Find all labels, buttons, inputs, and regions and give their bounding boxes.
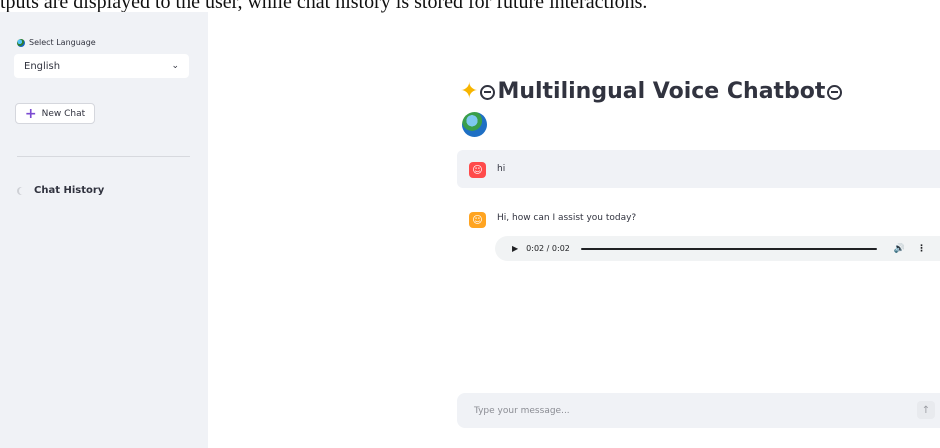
language-select[interactable]: English ⌄ [14, 54, 189, 78]
play-icon[interactable]: ▶ [512, 244, 518, 253]
moon-icon [19, 186, 27, 195]
language-label: Select Language [17, 38, 96, 47]
sidebar-divider [17, 156, 190, 157]
user-avatar-icon: ☺ [469, 162, 486, 178]
sparkles-icon: ✦ [460, 79, 479, 104]
user-message-text: hi [497, 164, 506, 174]
assistant-avatar-icon: ☺ [469, 212, 486, 228]
audio-progress-bar[interactable] [580, 247, 877, 250]
new-chat-label: New Chat [41, 108, 86, 119]
chat-history-label: Chat History [34, 185, 105, 196]
chevron-down-icon: ⌄ [171, 61, 179, 71]
message-input[interactable]: Type your message... [457, 393, 940, 428]
send-button[interactable]: ↑ [917, 401, 935, 419]
language-select-value: English [24, 60, 61, 72]
audio-player[interactable]: ▶ 0:02 / 0:02 🔊 ⋮ [495, 236, 940, 261]
new-chat-button[interactable]: + New Chat [15, 103, 95, 124]
language-label-text: Select Language [29, 38, 96, 47]
assistant-message-text: Hi, how can I assist you today? [497, 213, 637, 223]
more-icon[interactable]: ⋮ [917, 244, 926, 254]
arrow-up-icon: ↑ [921, 404, 931, 416]
user-message [457, 150, 940, 188]
page-title: ✦ Multilingual Voice Chatbot [460, 77, 900, 107]
page-title-text: Multilingual Voice Chatbot [497, 79, 826, 104]
globe-icon [462, 112, 487, 137]
face-icon [827, 84, 843, 100]
face-icon [480, 84, 496, 100]
volume-icon[interactable]: 🔊 [894, 244, 905, 254]
message-input-placeholder: Type your message... [474, 405, 570, 416]
audio-time: 0:02 / 0:02 [526, 244, 570, 253]
globe-icon [17, 38, 25, 47]
chat-history-header: Chat History [17, 185, 104, 196]
plus-icon: + [24, 105, 37, 122]
